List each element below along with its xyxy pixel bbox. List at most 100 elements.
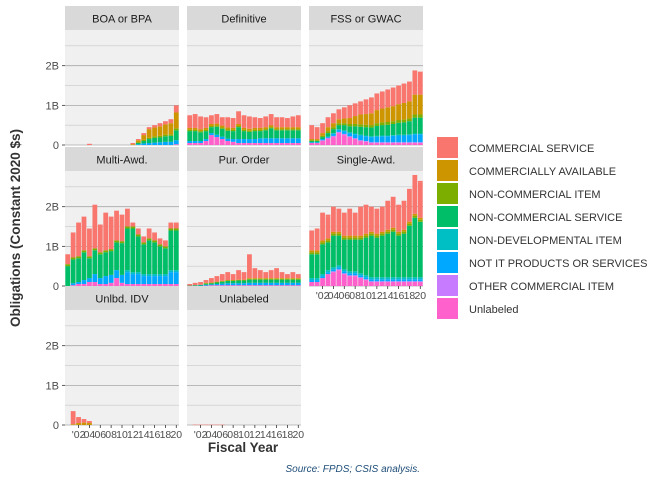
bar-segment-other-commercial-item-2010 [363, 279, 369, 281]
bar-segment-non-commercial-item-2002 [76, 256, 81, 259]
bar-segment-not-it-products-or-services-2017 [157, 276, 163, 285]
bar-segment-other-commercial-item-2015 [390, 142, 396, 144]
bar-segment-non-commercial-service-2004 [209, 127, 214, 134]
bar-segment-unlabeled-2011 [247, 285, 252, 286]
bar-segment-commercially-available-2018 [285, 278, 290, 279]
bar-segment-non-commercial-service-2007 [347, 239, 353, 272]
bar-segment-commercial-service-2004 [209, 115, 214, 124]
bar-segment-unlabeled-2002 [76, 284, 81, 286]
bar-segment-commercially-available-2010 [363, 233, 369, 236]
bar-segment-non-commercial-item-2005 [214, 125, 220, 127]
bar-segment-commercial-service-2012 [130, 143, 136, 145]
bar-segment-other-commercial-item-2019 [412, 281, 418, 283]
bar-segment-non-commercial-service-2020 [173, 130, 179, 141]
x-tick-label: 20 [414, 290, 426, 302]
bar-segment-commercially-available-2004 [209, 123, 214, 126]
bar-segment-commercial-service-2003 [81, 419, 87, 423]
bar-segment-unlabeled-2003 [325, 139, 331, 145]
legend-swatch [437, 229, 458, 250]
bar-segment-unlabeled-2014 [385, 282, 391, 286]
bar-segment-unlabeled-2018 [285, 143, 290, 145]
legend-label: COMMERCIALLY AVAILABLE [469, 166, 616, 178]
bar-segment-not-it-products-or-services-2012 [252, 282, 258, 286]
bar-segment-commercial-service-2020 [295, 274, 301, 279]
bar-segment-commercial-service-2011 [125, 208, 130, 227]
bar-segment-non-developmental-item-2010 [363, 275, 369, 278]
bar-segment-unlabeled-2017 [157, 284, 163, 286]
bar-segment-unlabeled-2010 [119, 282, 125, 286]
bar-segment-non-commercial-service-2019 [290, 279, 296, 283]
bar-segment-non-commercial-item-2012 [374, 123, 380, 126]
bar-segment-commercial-service-2010 [241, 115, 247, 128]
bar-segment-non-commercial-service-2004 [87, 258, 92, 279]
bar-segment-commercially-available-2017 [157, 126, 163, 136]
bar-segment-other-commercial-item-2013 [379, 142, 385, 144]
bar-segment-unlabeled-2012 [130, 284, 136, 286]
bar-segment-commercial-service-2009 [236, 270, 241, 280]
bar-segment-commercially-available-2008 [352, 235, 358, 238]
bar-segment-non-commercial-service-2006 [341, 239, 347, 270]
bar-segment-non-commercial-item-2007 [347, 237, 353, 240]
bar-segment-non-commercial-item-2011 [125, 226, 130, 229]
bar-segment-non-commercial-service-2013 [379, 235, 385, 278]
bar-segment-other-commercial-item-2018 [407, 142, 412, 144]
bar-segment-commercial-service-2003 [325, 216, 331, 239]
bar-segment-not-it-products-or-services-2002 [320, 276, 325, 279]
bar-segment-not-it-products-or-services-2020 [295, 138, 301, 144]
bar-segment-non-developmental-item-2006 [341, 269, 347, 272]
bar-segment-commercially-available-2003 [325, 238, 331, 241]
facet-title: Definitive [221, 14, 266, 26]
bar-segment-commercial-service-2000 [187, 115, 193, 128]
bar-segment-commercial-service-2018 [407, 188, 412, 222]
bar-segment-commercially-available-2007 [347, 118, 353, 124]
bar-segment-commercial-service-2005 [214, 114, 220, 124]
bar-segment-non-commercial-item-2014 [385, 231, 391, 234]
bar-segment-unlabeled-2020 [295, 285, 301, 286]
bar-segment-commercially-available-2006 [341, 235, 347, 238]
bar-segment-non-commercial-item-2019 [290, 278, 296, 280]
bar-segment-unlabeled-2015 [390, 282, 396, 286]
bar-segment-commercial-service-2006 [341, 212, 347, 236]
x-axis-title: Fiscal Year [208, 440, 279, 455]
bar-segment-non-developmental-item-2007 [347, 132, 353, 134]
bar-segment-non-commercial-service-2020 [295, 279, 301, 283]
bar-segment-commercially-available-2012 [252, 278, 258, 279]
bar-segment-non-commercial-item-2015 [268, 127, 274, 129]
bar-segment-commercial-service-2014 [263, 116, 269, 128]
bar-segment-unlabeled-2017 [279, 143, 285, 145]
bar-segment-commercial-service-2009 [236, 111, 241, 124]
bar-segment-non-commercial-service-2012 [374, 125, 380, 136]
bar-segment-not-it-products-or-services-2005 [214, 134, 220, 138]
bar-segment-commercial-service-2004 [331, 113, 336, 124]
bar-segment-other-commercial-item-2016 [396, 142, 401, 144]
bar-segment-unlabeled-2014 [141, 284, 147, 286]
bar-segment-non-commercial-service-2012 [252, 279, 258, 283]
bar-segment-not-it-products-or-services-2003 [325, 136, 331, 138]
bar-segment-not-it-products-or-services-2020 [295, 282, 301, 286]
bar-segment-non-commercial-service-2018 [285, 279, 290, 283]
bar-segment-unlabeled-2009 [114, 278, 119, 286]
bar-segment-not-it-products-or-services-2020 [173, 140, 179, 145]
bar-segment-non-commercial-service-2015 [146, 139, 152, 144]
legend-item-non-commercial-service: NON-COMMERCIAL SERVICE [437, 206, 622, 227]
bar-segment-commercially-available-2011 [247, 278, 252, 279]
bar-segment-commercial-service-2005 [336, 109, 342, 120]
bar-segment-non-commercial-item-2014 [385, 122, 391, 125]
bar-segment-non-developmental-item-2014 [141, 274, 147, 277]
bar-segment-commercial-service-2020 [295, 115, 301, 128]
bar-segment-non-commercial-service-2004 [331, 129, 336, 134]
bar-segment-non-commercial-service-2013 [257, 279, 263, 283]
bar-segment-not-it-products-or-services-2010 [363, 136, 369, 142]
bar-segment-non-commercial-item-2005 [92, 248, 98, 251]
bar-segment-commercial-service-2000 [187, 284, 193, 286]
bar-segment-non-commercial-item-2002 [320, 242, 325, 245]
bar-segment-unlabeled-2016 [396, 143, 401, 145]
faceted-stacked-bar-chart: BOA or BPA Definitive FSS or GWAC Multi-Awd… [0, 0, 672, 480]
bar-segment-not-it-products-or-services-2001 [192, 141, 198, 144]
caption: Source: FPDS; CSIS analysis. [286, 464, 421, 475]
bar-segment-non-commercial-item-2002 [198, 131, 203, 133]
bar-segment-unlabeled-2014 [385, 143, 391, 145]
bar-segment-other-commercial-item-2004 [331, 135, 336, 138]
bar-segment-commercial-service-2001 [314, 127, 320, 140]
bar-segment-non-commercial-item-2012 [130, 226, 136, 229]
